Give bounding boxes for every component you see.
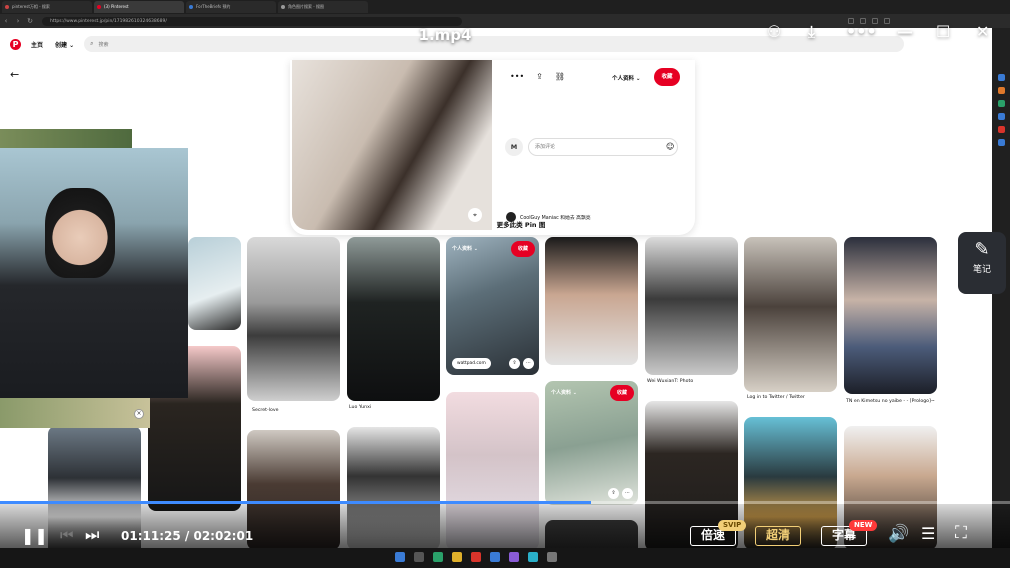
time-total: 02:02:01 bbox=[193, 529, 254, 543]
reload-icon[interactable]: ↻ bbox=[24, 17, 36, 25]
taskbar-app-icon[interactable] bbox=[547, 552, 557, 562]
notes-icon: ✎ bbox=[974, 239, 990, 260]
fullscreen-icon[interactable]: ⛶ bbox=[955, 523, 967, 543]
extension-icon[interactable] bbox=[884, 18, 890, 24]
back-icon[interactable]: ‹ bbox=[0, 17, 12, 25]
image-strip bbox=[0, 398, 150, 428]
taskbar-app-icon[interactable] bbox=[471, 552, 481, 562]
pin-caption: Wei WuxianT: Photo bbox=[647, 379, 694, 384]
taskbar-app-icon[interactable] bbox=[433, 552, 443, 562]
pin-caption: TN en Kimetsu no yaibe - - [Prologo]~ bbox=[846, 399, 935, 404]
tile-profile-dropdown[interactable]: 个人资料 ⌄ bbox=[452, 245, 478, 252]
tile-profile-dropdown[interactable]: 个人资料 ⌄ bbox=[551, 389, 577, 396]
taskbar-app-icon[interactable] bbox=[528, 552, 538, 562]
sidebar-app-icon[interactable] bbox=[997, 113, 1005, 120]
taskbar-app-icon[interactable] bbox=[509, 552, 519, 562]
browser-tab[interactable]: 角色图片搜索 - 搜图 bbox=[278, 1, 368, 13]
share-icon[interactable]: ⇪ bbox=[509, 358, 520, 369]
more-icon[interactable]: ••• bbox=[846, 22, 877, 41]
sidebar-app-icon[interactable] bbox=[997, 100, 1005, 107]
taskbar-app-icon[interactable] bbox=[414, 552, 424, 562]
pin-caption: Luo Yunxi bbox=[349, 405, 372, 410]
tile-source-link[interactable]: wattpad.com bbox=[452, 358, 491, 369]
tile-save-button[interactable]: 收藏 bbox=[511, 241, 535, 257]
notes-button[interactable]: ✎ 笔记 bbox=[958, 232, 1006, 294]
pin-tile[interactable] bbox=[545, 237, 638, 365]
pin-tile[interactable] bbox=[347, 237, 440, 401]
browser-tab-bar: pinterest万相 - 搜索 (3) Pinterest ForTheBri… bbox=[0, 0, 1010, 14]
back-arrow-icon[interactable]: ← bbox=[10, 68, 19, 81]
progress-fill bbox=[0, 501, 591, 504]
pin-actions: ••• ⇪ ⛓ bbox=[510, 72, 565, 81]
new-badge: NEW bbox=[849, 520, 878, 531]
profile-dropdown[interactable]: 个人资料 ⌄ bbox=[612, 74, 641, 82]
quality-button[interactable]: 超清 bbox=[755, 526, 801, 546]
sidebar-app-icon[interactable] bbox=[997, 126, 1005, 133]
sidebar-app-icon[interactable] bbox=[997, 87, 1005, 94]
close-icon[interactable]: ✕ bbox=[976, 22, 989, 41]
pin-tile[interactable] bbox=[247, 237, 340, 401]
screen: pinterest万相 - 搜索 (3) Pinterest ForTheBri… bbox=[0, 0, 1010, 568]
pin-tile[interactable] bbox=[645, 237, 738, 375]
pin-tile[interactable] bbox=[844, 237, 937, 394]
tile-actions: ⇪ ⋯ bbox=[509, 358, 534, 369]
next-icon[interactable]: ⏭ bbox=[85, 525, 99, 545]
more-icon[interactable]: ⋯ bbox=[622, 488, 633, 499]
time-separator: / bbox=[184, 529, 190, 543]
taskbar-app-icon[interactable] bbox=[452, 552, 462, 562]
video-title: 1.mp4 bbox=[418, 26, 472, 44]
emoji-icon[interactable]: ☺ bbox=[666, 142, 674, 151]
pip-image[interactable] bbox=[0, 148, 188, 398]
notes-label: 笔记 bbox=[972, 265, 991, 275]
time-current: 01:11:25 bbox=[121, 529, 181, 543]
close-icon[interactable]: × bbox=[134, 409, 144, 419]
time-display: 01:11:25 / 02:02:01 bbox=[121, 529, 253, 543]
pin-tile-hovered[interactable]: 个人资料 ⌄ 收藏 ⇪ ⋯ bbox=[545, 381, 638, 505]
save-button[interactable]: 收藏 bbox=[654, 68, 680, 86]
avatar: M bbox=[505, 138, 523, 156]
tile-actions: ⇪ ⋯ bbox=[608, 488, 633, 499]
pin-detail-card: ⌖ ••• ⇪ ⛓ 个人资料 ⌄ 收藏 M 添加评论 ☺ CoolGuy Man… bbox=[290, 60, 695, 235]
link-icon[interactable]: ⛓ bbox=[555, 72, 565, 81]
previous-icon[interactable]: ⏮ bbox=[60, 526, 74, 544]
browser-tab[interactable]: ForTheBriefs 预约 bbox=[186, 1, 276, 13]
progress-bar[interactable] bbox=[0, 501, 1010, 504]
browser-tab[interactable]: pinterest万相 - 搜索 bbox=[2, 1, 92, 13]
maximize-icon[interactable]: ☐ bbox=[936, 22, 950, 41]
comment-input[interactable]: 添加评论 bbox=[528, 138, 678, 156]
share-icon[interactable]: ⚇ bbox=[767, 22, 781, 41]
pin-image[interactable] bbox=[292, 60, 492, 230]
url-field[interactable]: https://www.pinterest.jp/pin/17198261032… bbox=[42, 16, 462, 26]
svip-badge: SVIP bbox=[718, 520, 747, 531]
pin-caption: Secret-love bbox=[252, 408, 279, 413]
pin-caption: Log in to Twitter / Twitter bbox=[747, 395, 805, 400]
taskbar-app-icon[interactable] bbox=[490, 552, 500, 562]
more-icon[interactable]: ⋯ bbox=[523, 358, 534, 369]
minimize-icon[interactable]: — bbox=[897, 22, 913, 41]
taskbar-app-icon[interactable] bbox=[395, 552, 405, 562]
taskbar-apps bbox=[395, 552, 557, 562]
pinterest-page: P 主页 创建 ⌄ ⌕ 搜索 ← ⌖ ••• ⇪ ⛓ 个人资料 ⌄ 收藏 M 添… bbox=[0, 28, 992, 548]
tile-save-button[interactable]: 收藏 bbox=[610, 385, 634, 401]
pin-tile[interactable] bbox=[744, 237, 837, 392]
browser-tab-active[interactable]: (3) Pinterest bbox=[94, 1, 184, 13]
image-strip bbox=[0, 129, 132, 149]
sidebar-app-icon[interactable] bbox=[997, 74, 1005, 81]
share-icon[interactable]: ⇪ bbox=[608, 488, 619, 499]
pin-tile[interactable] bbox=[188, 237, 241, 330]
forward-icon[interactable]: › bbox=[12, 17, 24, 25]
download-icon[interactable]: ⤓ bbox=[808, 22, 815, 42]
share-icon[interactable]: ⇪ bbox=[536, 72, 543, 81]
volume-icon[interactable]: 🔊 bbox=[888, 524, 909, 544]
more-icon[interactable]: ••• bbox=[510, 72, 524, 81]
pin-tile-hovered[interactable]: 个人资料 ⌄ 收藏 wattpad.com ⇪ ⋯ bbox=[446, 237, 539, 375]
sidebar-app-icon[interactable] bbox=[997, 139, 1005, 146]
playlist-icon[interactable]: ☰ bbox=[921, 524, 935, 543]
pause-icon[interactable]: ❚❚ bbox=[21, 526, 48, 545]
